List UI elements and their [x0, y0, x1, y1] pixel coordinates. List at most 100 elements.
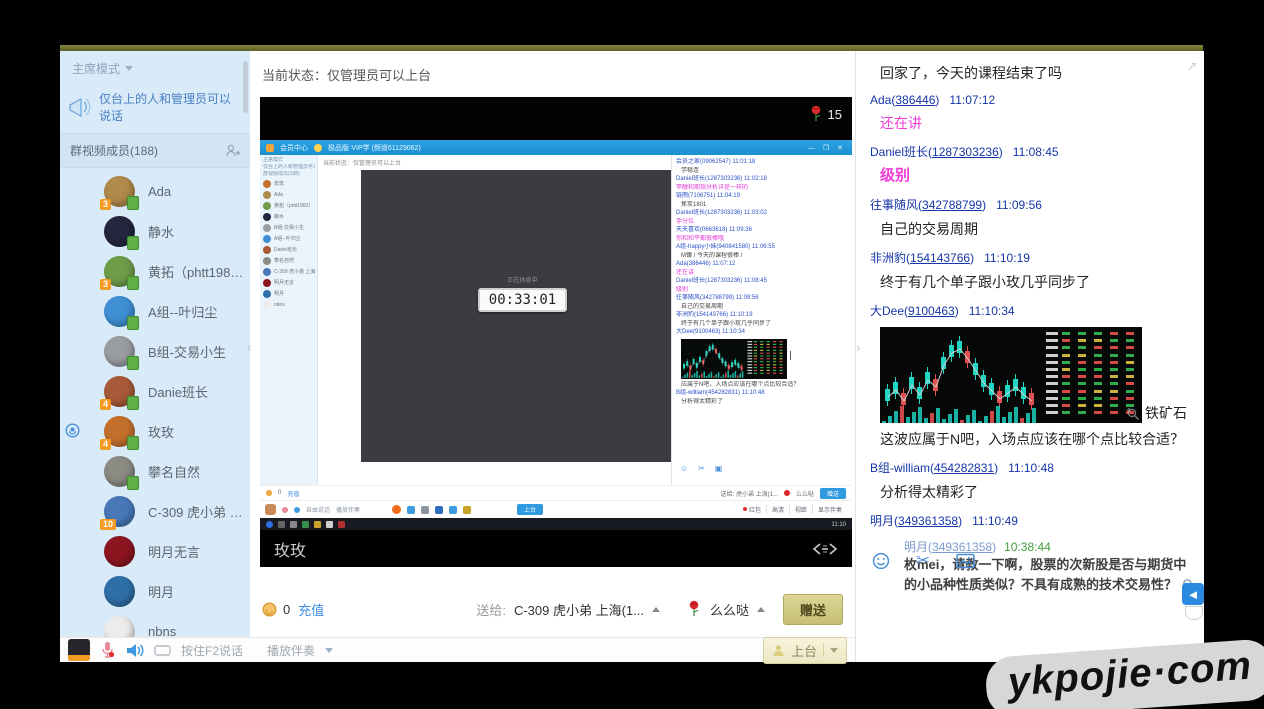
shared-member-avatar	[263, 191, 271, 199]
shared-toolbar-tab: 显示伴奏	[812, 505, 847, 514]
shared-member-avatar	[263, 246, 271, 254]
member-row[interactable]: nbns	[60, 611, 250, 637]
shared-recharge-link: 充值	[287, 489, 299, 498]
chat-sender-id-link[interactable]: 154143766	[910, 251, 970, 265]
member-row[interactable]: 3Ada	[60, 171, 250, 211]
member-badge-icon: 10	[100, 519, 116, 530]
chat-message-header: 非洲豹(154143766)11:10:19	[870, 249, 1198, 266]
shared-chat-line: Ada(386446) 11:07:12	[676, 260, 848, 269]
signal-quality-icon	[812, 542, 838, 556]
zoom-image-icon[interactable]	[1126, 407, 1140, 421]
chat-sender-name[interactable]: Daniel班长	[870, 145, 928, 159]
chat-sender-name[interactable]: 明月	[870, 514, 894, 528]
divider	[823, 643, 824, 657]
mic-muted-icon[interactable]	[100, 641, 115, 659]
gift-select-dropdown[interactable]: 么么哒	[710, 600, 749, 619]
rose-icon	[784, 490, 790, 496]
screenshot-scissors-icon[interactable]: ✂	[916, 551, 930, 571]
video-area: 15 会员中心 极品版·VIP学 (频道61129062) — ❐ ✕ 主席模式	[260, 97, 852, 567]
member-name: Danie班长	[148, 382, 208, 401]
chevron-down-icon	[830, 648, 838, 653]
member-list-scrollbar[interactable]	[243, 61, 248, 113]
shared-chat-line: 会员之家(09062547) 11:01:18	[676, 158, 848, 167]
chat-message: 非洲豹(154143766)11:10:19终于有几个单子跟小玫几乎同步了	[870, 249, 1198, 291]
shared-member-row: Danie班长	[263, 244, 315, 255]
send-gift-button[interactable]: 赠送	[783, 594, 843, 625]
chat-sender-name[interactable]: Ada	[870, 93, 891, 107]
shared-member-name: 黄拓（phtt1982）	[274, 202, 313, 209]
member-row[interactable]: 攀名自然	[60, 451, 250, 491]
chat-message: 回家了，今天的课程结束了吗	[870, 64, 1198, 82]
chat-shared-chart-image[interactable]	[880, 327, 1142, 423]
chevron-down-icon[interactable]	[325, 648, 333, 653]
member-name: C-309 虎小弟 上海	[148, 502, 250, 521]
shared-chat-line: A组-happy小妹(940841580) 11:06:55	[676, 243, 848, 252]
add-member-icon[interactable]	[225, 143, 240, 158]
member-row[interactable]: 4Danie班长	[60, 371, 250, 411]
chairman-mode-dropdown[interactable]: 主席模式	[60, 51, 250, 83]
collapse-chat-handle[interactable]: ›	[856, 340, 860, 355]
folder-icon	[266, 144, 274, 152]
member-avatar: 10	[104, 496, 135, 527]
collapse-sidebar-handle[interactable]: ‹	[247, 340, 251, 355]
my-avatar[interactable]	[68, 639, 90, 661]
emoji-icon[interactable]	[872, 552, 890, 570]
shared-coin-count: 0	[278, 490, 281, 496]
send-image-icon[interactable]	[956, 553, 975, 569]
member-name: 玫玫	[148, 422, 174, 441]
speed-app-icon	[392, 505, 401, 514]
shared-member-name: 静水	[274, 213, 284, 220]
shared-member-name: 明月无言	[274, 279, 294, 286]
member-row[interactable]: 4 玫玫	[60, 411, 250, 451]
app-window: 主席模式 仅台上的人和管理员可以说话 群视频成员(188) 3Ada静水3黄拓（…	[60, 45, 1203, 662]
shared-member-row: B组-交易小生	[263, 222, 315, 233]
quoted-text-clipped: ……	[904, 595, 1198, 602]
shared-mode-label: 主席模式	[263, 157, 315, 164]
shared-member-avatar	[263, 279, 271, 287]
member-name: 攀名自然	[148, 462, 200, 481]
member-row[interactable]: 3黄拓（phtt1982）	[60, 251, 250, 291]
member-avatar: 4	[104, 416, 135, 447]
broadcaster-overlay: 玫玫	[260, 530, 852, 567]
chevron-up-icon[interactable]	[757, 607, 765, 612]
chat-sender-id-link[interactable]: 349361358	[898, 514, 958, 528]
member-badge-icon: 3	[100, 199, 111, 210]
chat-sender-id-link[interactable]: 1287303236	[932, 145, 999, 159]
push-to-talk-label: 按住F2说话	[181, 642, 243, 659]
member-row[interactable]: 10 C-309 虎小弟 上海	[60, 491, 250, 531]
text-cursor	[790, 351, 791, 360]
shared-member-row: 静水	[263, 211, 315, 222]
chevron-up-icon[interactable]	[652, 607, 660, 612]
chat-sender-id-link[interactable]: 342788799	[922, 198, 982, 212]
chairman-mode-label: 主席模式	[72, 60, 120, 77]
member-row[interactable]: A组--叶归尘	[60, 291, 250, 331]
chat-sender-name[interactable]: 大Dee	[870, 304, 904, 318]
expand-chat-icon[interactable]: ↗	[1187, 59, 1197, 73]
chat-sender-name[interactable]: 非洲豹	[870, 251, 906, 265]
window-controls-icons: — ❐ ✕	[808, 144, 846, 152]
member-row[interactable]: 明月	[60, 571, 250, 611]
play-accompaniment-dropdown[interactable]: 播放伴奏	[267, 642, 315, 659]
shared-chat-line: 终于有几个单子跟小玫几乎同步了	[676, 320, 848, 329]
member-row[interactable]: 静水	[60, 211, 250, 251]
send-to-dropdown[interactable]: C-309 虎小弟 上海(1...	[514, 600, 644, 619]
chat-timestamp: 11:10:49	[972, 514, 1018, 528]
go-on-stage-button[interactable]: 上台	[763, 637, 847, 664]
shared-chat-line: 级别	[676, 286, 848, 295]
member-badge-icon: 4	[100, 439, 111, 450]
shared-member-row: A组--叶归尘	[263, 233, 315, 244]
chat-message: 往事随风(342788799)11:09:56自己的交易周期	[870, 196, 1198, 238]
chat-sender-id-link[interactable]: 386446	[895, 93, 935, 107]
chat-sender-name[interactable]: 往事随风	[870, 198, 918, 212]
shared-screen-body: 主席模式 仅台上的人和管理员可以说话 群视频成员(188) 玫玫Ada黄拓（ph…	[260, 155, 852, 485]
chat-sender-id-link[interactable]: 9100463	[908, 304, 955, 318]
shared-send-button: 赠送	[820, 488, 846, 499]
recharge-link[interactable]: 充值	[298, 600, 324, 619]
member-name: A组--叶归尘	[148, 302, 217, 321]
member-row[interactable]: 明月无言	[60, 531, 250, 571]
member-row[interactable]: B组-交易小生	[60, 331, 250, 371]
chat-sender-id-link[interactable]: 454282831	[934, 461, 994, 475]
remote-control-widget[interactable]: ◄	[1182, 583, 1204, 619]
chat-sender-name[interactable]: B组-william	[870, 461, 930, 475]
speaker-icon[interactable]	[125, 642, 144, 659]
